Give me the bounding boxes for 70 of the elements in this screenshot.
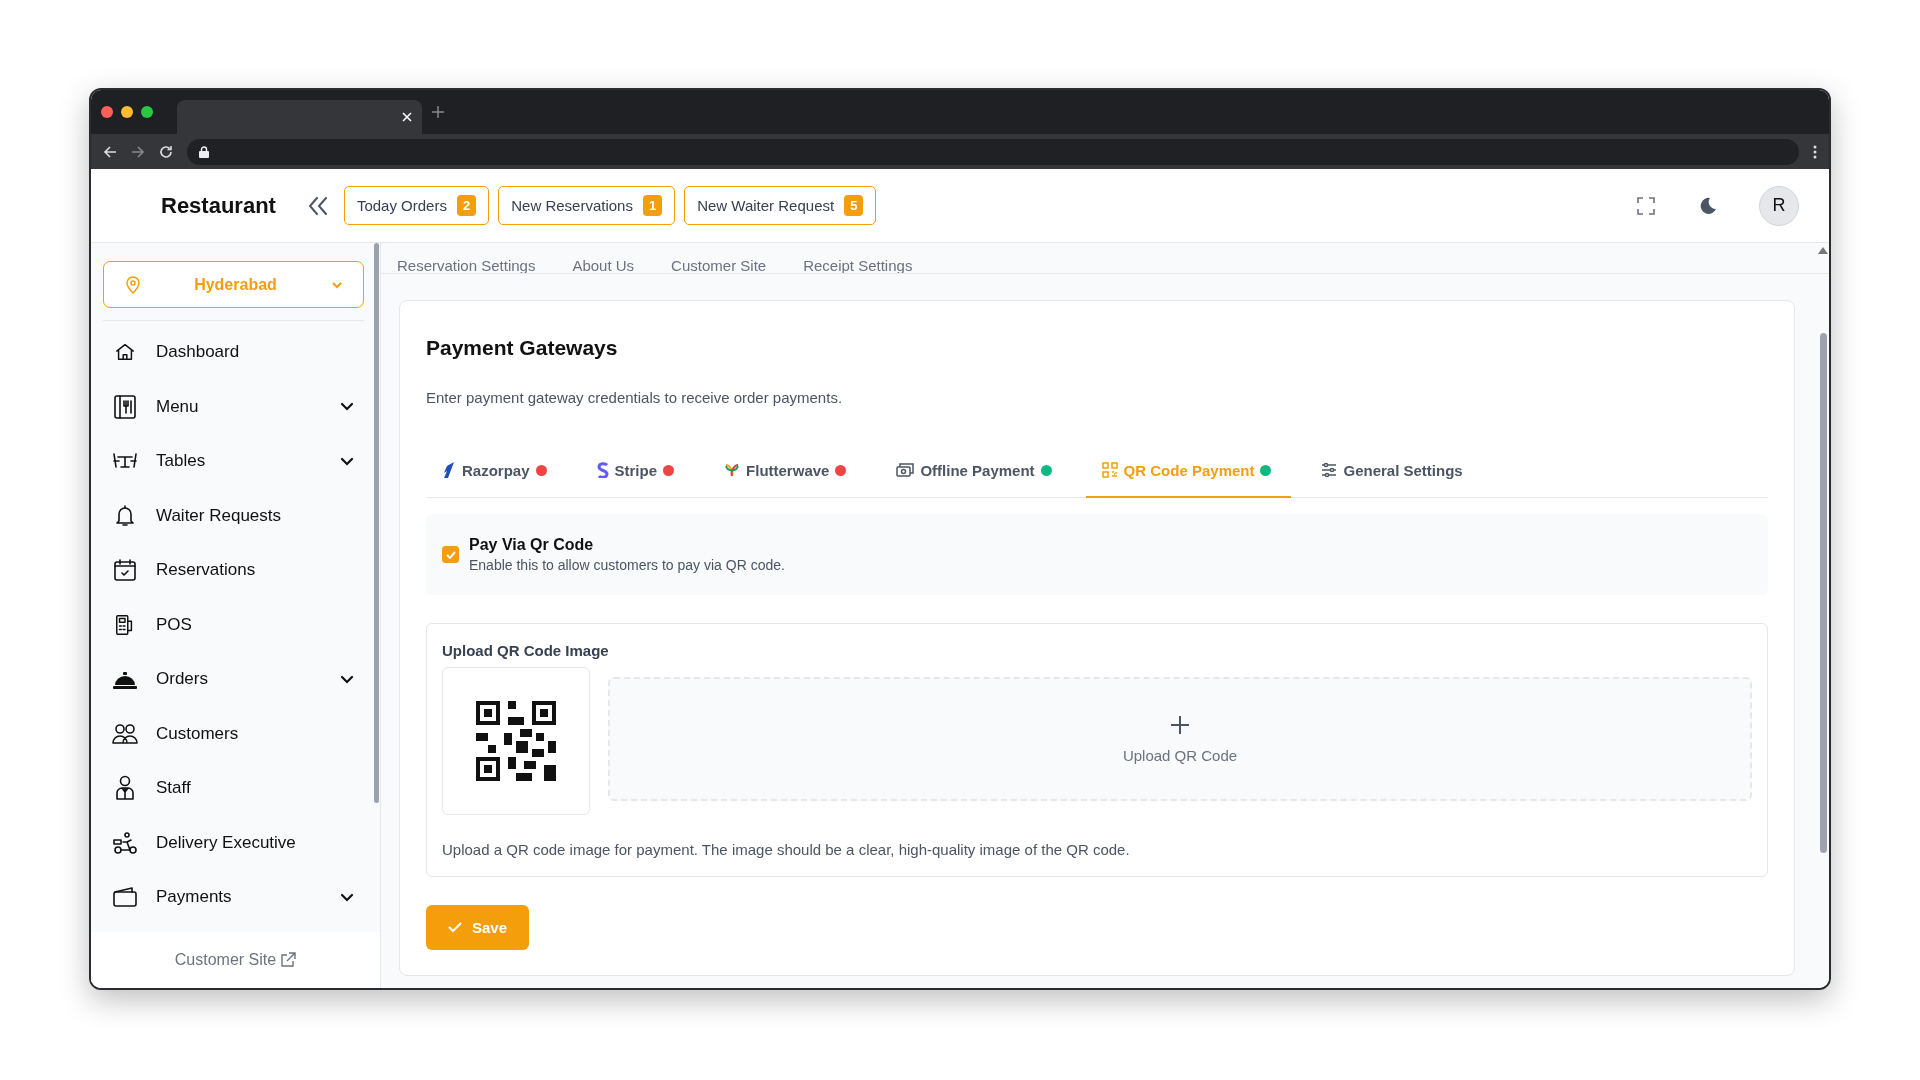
new-tab-icon[interactable] [432, 106, 444, 118]
upload-label: Upload QR Code [1122, 746, 1238, 764]
avatar[interactable]: R [1759, 185, 1799, 226]
checkmark-icon [445, 550, 456, 559]
upload-title: Upload QR Code Image [442, 642, 610, 659]
back-arrow-icon[interactable] [103, 144, 117, 159]
chevron-down-icon [331, 280, 343, 289]
wallet-icon [112, 886, 138, 909]
sidebar-item[interactable]: Tables [103, 434, 364, 489]
plus-icon [1170, 714, 1190, 735]
stripe-logo-icon [596, 462, 609, 478]
menu-card-icon [113, 393, 137, 420]
reload-icon[interactable] [159, 144, 173, 159]
external-link-icon [280, 952, 297, 968]
upload-dropzone[interactable]: Upload QR Code [608, 677, 1752, 801]
brand-name: Restaurant [161, 192, 276, 219]
checkbox-label: Pay Via Qr Code [469, 536, 595, 554]
gateway-tab[interactable]: Stripe [580, 444, 695, 498]
gateway-tab[interactable]: Flutterwave [708, 444, 867, 498]
flutterwave-logo-icon [724, 462, 741, 478]
razorpay-logo-icon [442, 462, 456, 478]
header-button[interactable]: New Reservations 1 [498, 186, 676, 225]
checkbox[interactable] [442, 546, 459, 563]
sidebar-item[interactable]: Delivery Executive [103, 815, 364, 870]
gateway-tab[interactable]: General Settings [1305, 444, 1483, 498]
fullscreen-icon[interactable] [1637, 196, 1655, 215]
more-menu-icon[interactable] [1813, 144, 1817, 159]
lock-icon [199, 145, 209, 158]
staff-person-icon [114, 775, 136, 802]
delivery-scooter-icon [112, 830, 138, 855]
scroll-up-arrow-icon[interactable] [1818, 247, 1828, 254]
gateway-tab[interactable]: Offline Payment [880, 444, 1072, 498]
count-badge: 1 [642, 195, 663, 216]
page-description: Enter payment gateway credentials to receive order payments. [426, 389, 844, 406]
count-badge: 5 [844, 195, 864, 216]
gateway-tab[interactable]: Razorpay [426, 444, 567, 498]
customer-site-link[interactable]: Customer Site [174, 951, 277, 969]
map-pin-icon [126, 275, 140, 294]
scrollbar-thumb[interactable] [374, 243, 379, 803]
sidebar-item[interactable]: Menu [103, 379, 364, 434]
forward-arrow-icon[interactable] [131, 144, 145, 159]
sidebar-item[interactable]: Waiter Requests [103, 488, 364, 543]
scrollbar-thumb[interactable] [1820, 333, 1827, 853]
close-window-button[interactable] [101, 106, 113, 118]
count-badge: 2 [456, 195, 477, 216]
header-button[interactable]: Today Orders 2 [343, 186, 490, 225]
close-icon[interactable] [402, 112, 412, 122]
upload-help-text: Upload a QR code image for payment. The image should be a clear, high-quality image of the QR code. [442, 841, 1131, 858]
minimize-window-button[interactable] [121, 106, 133, 118]
collapse-sidebar-icon[interactable] [307, 196, 328, 215]
bell-icon [113, 503, 137, 528]
sidebar-item[interactable]: Customers [103, 706, 364, 761]
page-title: Payment Gateways [426, 335, 619, 361]
calendar-icon [113, 558, 137, 583]
settings-tab[interactable]: About Us [572, 257, 635, 273]
sidebar-item[interactable]: Dashboard [103, 325, 364, 380]
sidebar-item[interactable]: Payments [103, 870, 364, 925]
maximize-window-button[interactable] [141, 106, 153, 118]
people-icon [112, 722, 138, 745]
cash-icon [896, 462, 915, 478]
sidebar-item[interactable]: Orders [103, 652, 364, 707]
sidebar-item[interactable]: POS [103, 597, 364, 652]
qr-code-icon [1101, 462, 1118, 478]
sidebar-item[interactable]: Reservations [103, 543, 364, 598]
header-button[interactable]: New Waiter Request 5 [684, 186, 877, 225]
sidebar-item[interactable]: Staff [103, 761, 364, 816]
settings-tab[interactable]: Customer Site [671, 257, 767, 273]
check-icon [448, 922, 462, 933]
sliders-icon [1321, 462, 1338, 478]
checkbox-hint: Enable this to allow customers to pay via QR code. [469, 557, 785, 573]
